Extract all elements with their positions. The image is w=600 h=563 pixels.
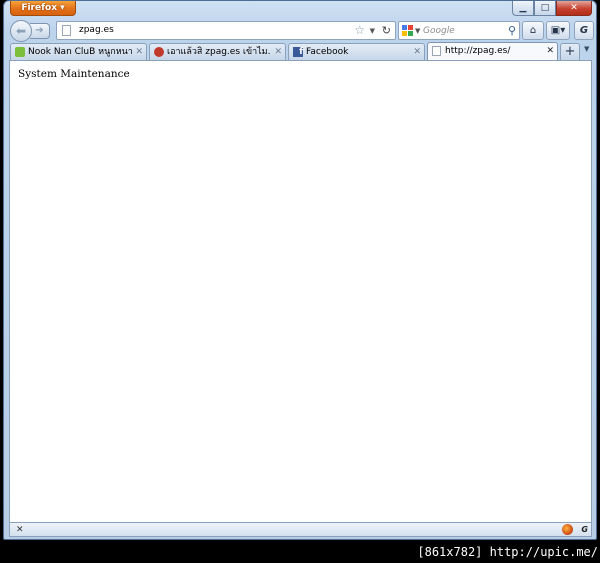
tab-label: Nook Nan CluB หนูกหนาน... [28,47,132,57]
mascot-favicon-icon [154,47,164,57]
search-bar[interactable]: ▼ ⚲ [398,21,520,40]
firefox-menu-button[interactable]: Firefox ▾ [10,1,76,16]
addon-icon: ▣▾ [550,25,566,36]
url-bar[interactable]: zpag.es ☆ ▼ ↻ [56,21,396,40]
addon-bar-close-icon[interactable]: ✕ [16,523,24,537]
navigation-toolbar: ➔ ⬅ zpag.es ☆ ▼ ↻ ▼ ⚲ ⌂ [8,18,594,44]
addon-bar: ✕ G [9,523,592,537]
tab-label: Facebook [306,47,349,57]
back-forward-group: ➔ ⬅ [10,20,54,42]
tab-facebook[interactable]: f Facebook ✕ [288,43,425,60]
addon-toolbar-button[interactable]: ▣▾ [546,21,570,40]
facebook-favicon-icon: f [293,47,303,57]
tab-label: เอาแล้วสิ zpag.es เข้าไม... [167,47,271,57]
tab-label: http://zpag.es/ [445,46,511,56]
blank-page-favicon-icon [432,46,441,56]
google-engine-icon[interactable] [402,25,413,36]
url-history-dropdown-icon[interactable]: ▼ [370,24,375,39]
nook-nan-favicon-icon [15,47,25,57]
browser-window: Firefox ▾ ▁ □ ✕ ➔ ⬅ zpag.es ☆ ▼ ↻ ▼ Goog… [3,0,597,540]
search-input[interactable] [423,23,499,38]
tab-close-icon[interactable]: ✕ [546,43,554,59]
close-window-button[interactable]: ✕ [556,1,592,16]
list-all-tabs-icon[interactable]: ▼ [584,45,589,53]
forward-arrow-icon: ➔ [35,25,44,36]
url-text[interactable]: zpag.es [79,24,114,37]
tab-zpag-news[interactable]: เอาแล้วสิ zpag.es เข้าไม... ✕ [149,43,286,60]
engine-dropdown-icon[interactable]: ▼ [415,24,420,39]
tab-nook-nan-club[interactable]: Nook Nan CluB หนูกหนาน... ✕ [10,43,147,60]
page-icon [62,25,71,36]
forward-button[interactable]: ➔ [30,23,50,39]
tab-close-icon[interactable]: ✕ [413,44,421,60]
home-icon: ⌂ [529,25,537,36]
tab-zpag-active[interactable]: http://zpag.es/ ✕ [427,42,558,60]
page-body-text: System Maintenance [18,68,130,80]
home-button[interactable]: ⌂ [522,21,544,40]
maximize-button[interactable]: □ [534,1,556,16]
new-tab-button[interactable]: + [560,43,580,60]
page-content: System Maintenance [9,60,592,523]
reload-icon[interactable]: ↻ [382,23,391,38]
minimize-button[interactable]: ▁ [512,1,534,16]
search-magnifier-icon[interactable]: ⚲ [508,22,516,39]
back-arrow-icon: ⬅ [15,24,27,38]
firefox-menu-label: Firefox [21,3,58,13]
image-caption: [861x782] http://upic.me/ [417,545,598,559]
tab-close-icon[interactable]: ✕ [274,44,282,60]
tab-close-icon[interactable]: ✕ [135,44,143,60]
greasemonkey-status-icon[interactable]: G [581,523,588,537]
tab-bar: Nook Nan CluB หนูกหนาน... ✕ เอาแล้วสิ zp… [8,42,592,60]
greasemonkey-icon: G [579,25,589,36]
firefox-status-icon[interactable] [562,524,573,535]
back-button[interactable]: ⬅ [10,20,32,42]
greasemonkey-button[interactable]: G [574,21,594,40]
window-controls: ▁ □ ✕ [512,1,592,16]
bookmark-star-icon[interactable]: ☆ [354,23,365,38]
